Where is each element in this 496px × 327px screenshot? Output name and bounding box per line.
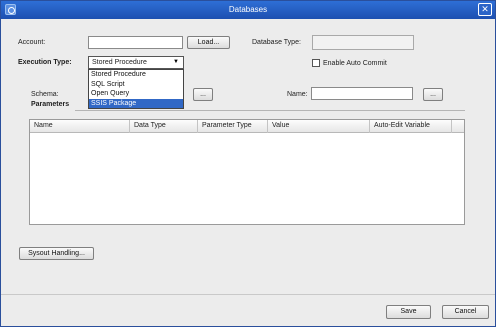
footer-divider [1, 294, 495, 295]
section-divider [75, 110, 465, 111]
close-icon[interactable]: ✕ [478, 3, 492, 16]
account-field[interactable] [88, 36, 183, 49]
name-browse-button[interactable]: ... [423, 88, 443, 101]
cancel-button[interactable]: Cancel [442, 305, 489, 319]
enable-auto-commit-label: Enable Auto Commit [323, 60, 387, 67]
window-title: Databases [228, 5, 268, 14]
parameters-table[interactable]: Name Data Type Parameter Type Value Auto… [29, 119, 465, 225]
dropdown-option-stored-procedure[interactable]: Stored Procedure [89, 70, 183, 80]
column-header-auto-edit-variable[interactable]: Auto-Edit Variable [370, 120, 452, 133]
name-label: Name: [287, 91, 308, 98]
chevron-down-icon[interactable]: ▼ [171, 58, 181, 67]
column-header-parameter-type[interactable]: Parameter Type [198, 120, 268, 133]
dropdown-option-sql-script[interactable]: SQL Script [89, 80, 183, 90]
dropdown-option-open-query[interactable]: Open Query [89, 89, 183, 99]
schema-browse-button[interactable]: ... [193, 88, 213, 101]
column-header-data-type[interactable]: Data Type [130, 120, 198, 133]
sysout-handling-button[interactable]: Sysout Handling... [19, 247, 94, 260]
save-button[interactable]: Save [386, 305, 431, 319]
title-bar[interactable]: Databases ✕ [1, 1, 495, 19]
dropdown-option-ssis-package[interactable]: SSIS Package [89, 98, 183, 108]
schema-label: Schema: [31, 91, 59, 98]
execution-type-label: Execution Type: [18, 59, 72, 66]
column-header-value[interactable]: Value [268, 120, 370, 133]
execution-type-select[interactable]: Stored Procedure ▼ [88, 56, 184, 69]
name-field[interactable] [311, 87, 413, 100]
column-header-spacer [452, 120, 465, 133]
execution-type-value: Stored Procedure [92, 59, 147, 66]
enable-auto-commit-checkbox[interactable] [312, 59, 320, 67]
databases-dialog: Databases ✕ Account: Load... Database Ty… [0, 0, 496, 327]
load-button[interactable]: Load... [187, 36, 230, 49]
execution-type-dropdown-list[interactable]: Stored Procedure SQL Script Open Query S… [88, 69, 184, 109]
database-type-field [312, 35, 414, 50]
account-label: Account: [18, 39, 46, 46]
database-type-label: Database Type: [252, 39, 301, 46]
parameters-heading: Parameters [31, 101, 70, 108]
table-header: Name Data Type Parameter Type Value Auto… [30, 120, 464, 133]
column-header-name[interactable]: Name [30, 120, 130, 133]
